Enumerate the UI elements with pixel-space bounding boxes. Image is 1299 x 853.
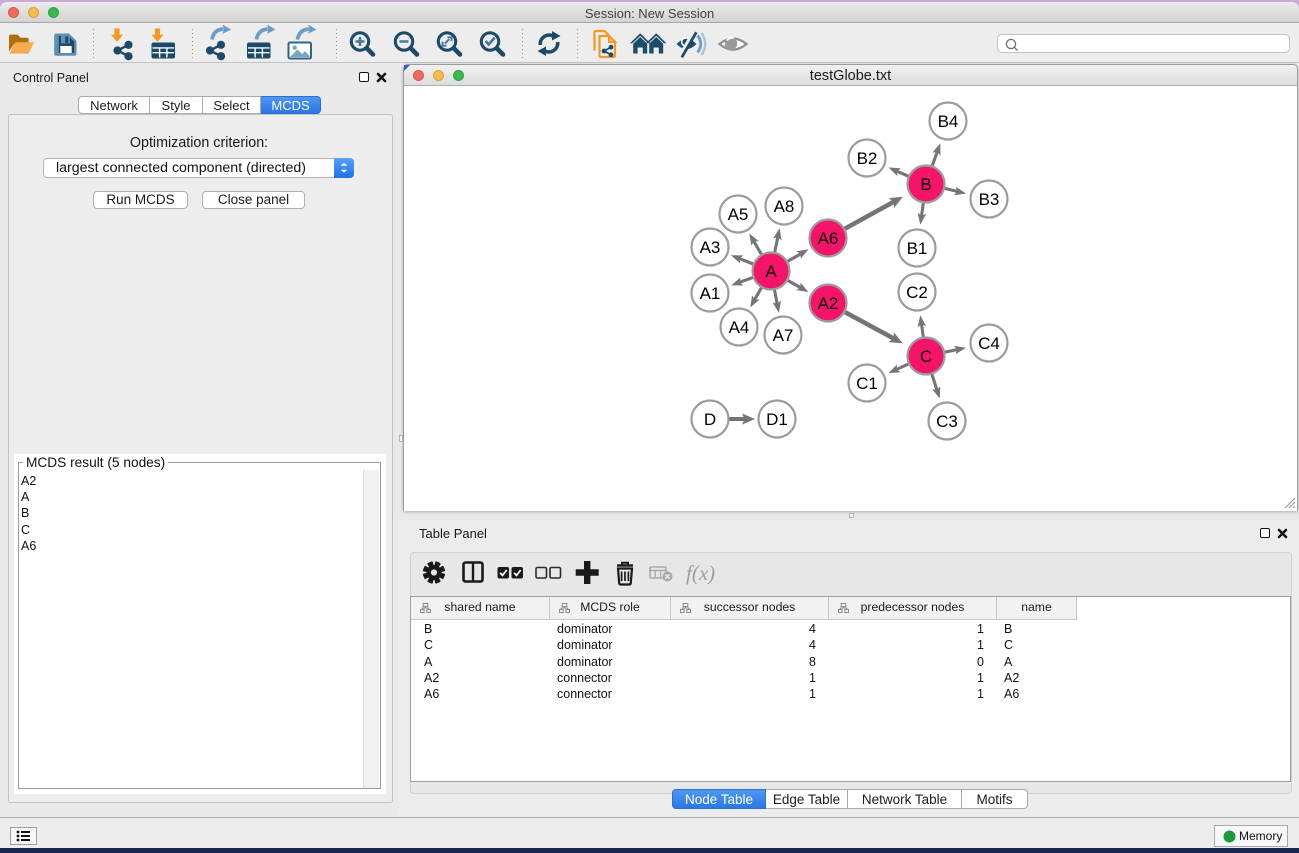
svg-text:B4: B4 <box>938 112 959 131</box>
svg-text:D1: D1 <box>766 410 788 429</box>
svg-text:A1: A1 <box>700 284 721 303</box>
svg-text:D: D <box>704 410 716 429</box>
svg-text:B1: B1 <box>907 239 928 258</box>
svg-text:C4: C4 <box>978 334 1000 353</box>
svg-text:C3: C3 <box>936 412 958 431</box>
svg-text:A6: A6 <box>818 229 839 248</box>
svg-text:A: A <box>765 262 777 281</box>
svg-text:B2: B2 <box>857 149 878 168</box>
svg-text:A8: A8 <box>774 197 795 216</box>
svg-text:A3: A3 <box>700 238 721 257</box>
svg-text:A5: A5 <box>728 205 749 224</box>
svg-text:B3: B3 <box>979 190 1000 209</box>
svg-text:B: B <box>920 175 931 194</box>
svg-text:f(x): f(x) <box>686 561 715 585</box>
svg-text:C1: C1 <box>856 374 878 393</box>
svg-text:C2: C2 <box>906 283 928 302</box>
svg-text:A4: A4 <box>729 318 750 337</box>
svg-text:A2: A2 <box>818 294 839 313</box>
svg-text:A7: A7 <box>773 326 794 345</box>
svg-text:C: C <box>920 347 932 366</box>
